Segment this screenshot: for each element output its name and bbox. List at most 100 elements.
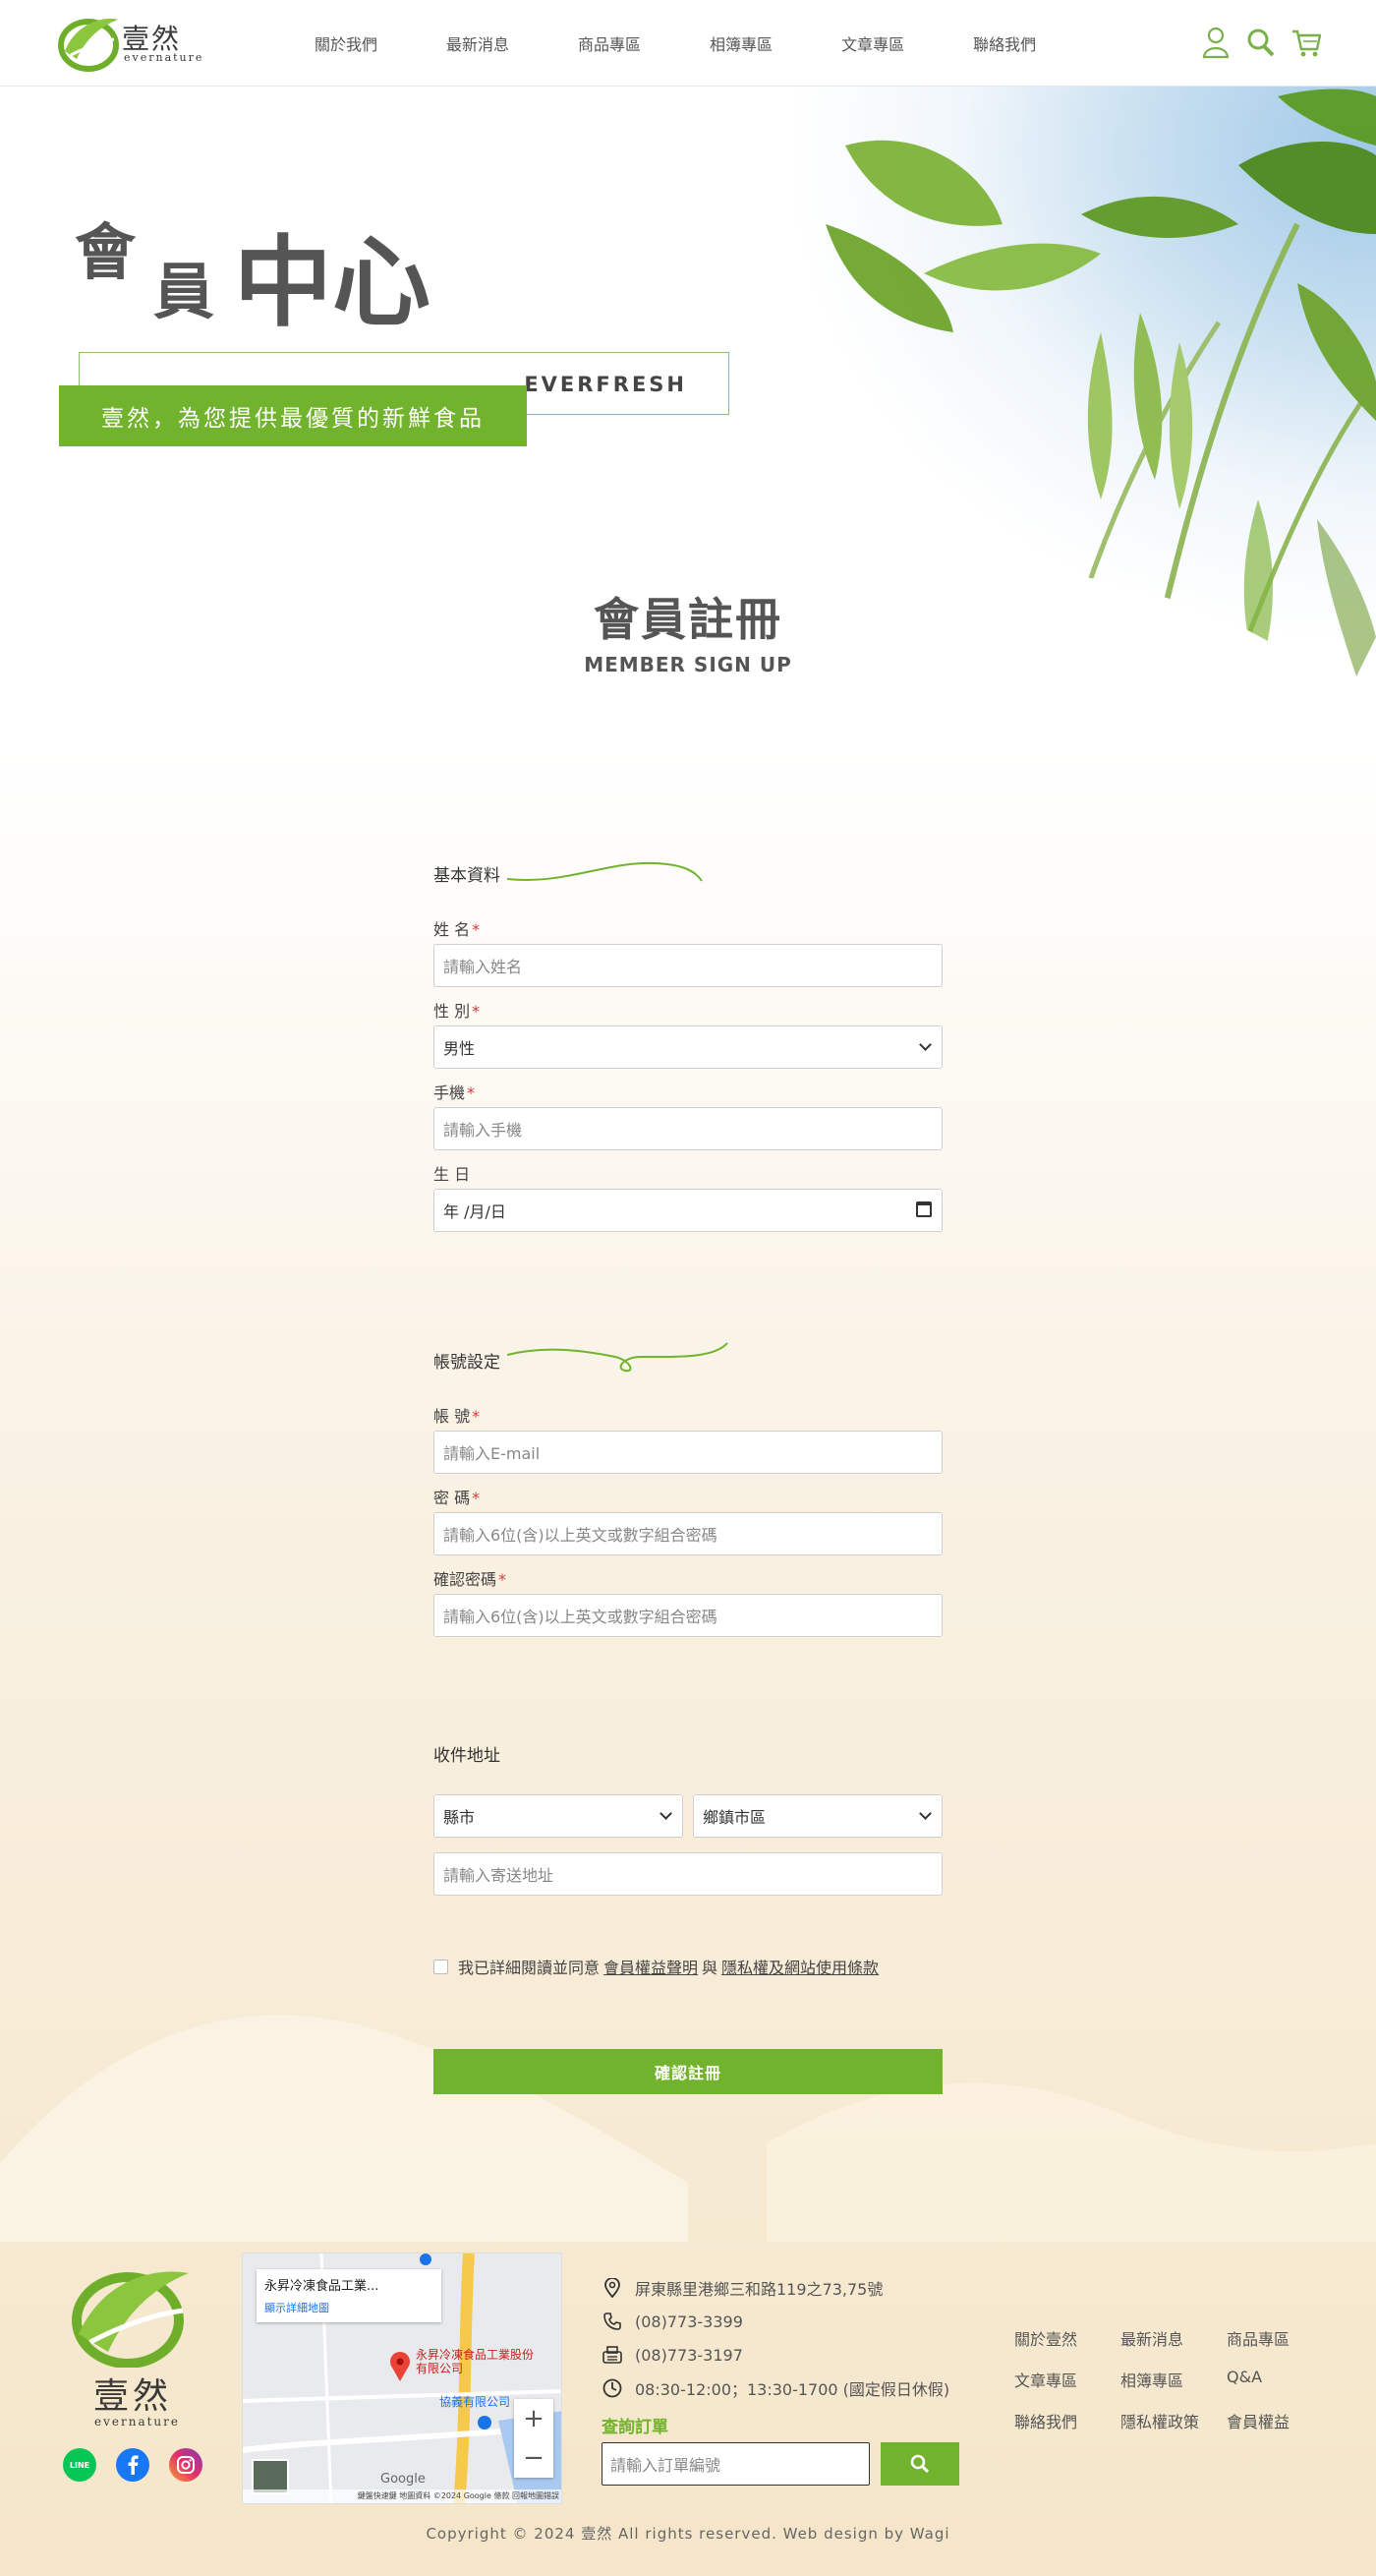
contact-phone: (08)773-3399 — [602, 2305, 949, 2338]
footer-brand-cn: 壹然 — [93, 2376, 173, 2417]
site-header: 壹然 evernature 關於我們 最新消息 商品專區 相簿專區 文章專區 聯… — [0, 0, 1376, 87]
agree-checkbox[interactable] — [433, 1959, 448, 1974]
map-attribution: 鍵盤快速鍵 地圖資料 ©2024 Google 條款 回報地圖錯誤 — [243, 2489, 561, 2503]
footer-logo[interactable]: 壹然 evernature — [69, 2261, 192, 2433]
hero-title-main: 中心 — [234, 225, 430, 340]
phone-label: 手機 * — [433, 1083, 476, 1102]
social-links: LINE — [63, 2448, 202, 2482]
account-label: 帳 號 * — [433, 1407, 481, 1426]
name-label: 姓 名 * — [433, 920, 481, 939]
footer-link-album[interactable]: 相簿專區 — [1120, 2368, 1227, 2391]
password-input[interactable]: 請輸入6位(含)以上英文或數字組合密碼 — [433, 1512, 943, 1555]
chevron-down-icon — [919, 1038, 932, 1051]
leaf-logo-icon — [72, 2271, 189, 2369]
hero-banner: 會 員 中心 EVERFRESH 壹然，為您提供最優質的新鮮食品 會員註冊 ME… — [0, 87, 1376, 735]
fax-icon — [602, 2344, 623, 2366]
footer-link-contact[interactable]: 聯絡我們 — [1014, 2409, 1120, 2432]
page-title: 會員註冊 MEMBER SIGN UP — [0, 584, 1376, 676]
footer-brand-en: evernature — [94, 2415, 180, 2429]
brand-logo[interactable]: 壹然 evernature — [57, 12, 201, 75]
contact-fax: (08)773-3197 — [602, 2338, 949, 2371]
address-text: 屏東縣里港鄉三和路119之73,75號 — [635, 2280, 884, 2299]
nav-contact[interactable]: 聯絡我們 — [973, 31, 1036, 55]
nav-album[interactable]: 相簿專區 — [710, 31, 773, 55]
nav-articles[interactable]: 文章專區 — [841, 31, 904, 55]
agree-text: 我已詳細閱讀並同意 — [458, 1959, 601, 1977]
section-basic-label: 基本資料 — [433, 866, 500, 886]
contact-hours: 08:30-12:00；13:30-1700 (國定假日休假) — [602, 2371, 949, 2405]
section-account-label: 帳號設定 — [433, 1353, 500, 1373]
user-icon[interactable] — [1201, 26, 1231, 59]
footer-link-products[interactable]: 商品專區 — [1227, 2326, 1305, 2350]
section-basic-title: 基本資料 — [433, 861, 500, 886]
page-title-en: MEMBER SIGN UP — [584, 653, 792, 676]
address-input[interactable]: 請輸入寄送地址 — [433, 1852, 943, 1896]
map-pin-label: 永昇冷凍食品工業股份有限公司 — [416, 2348, 535, 2375]
brand-name-en: evernature — [124, 51, 204, 64]
contact-address: 屏東縣里港鄉三和路119之73,75號 — [602, 2271, 949, 2305]
birthday-label: 生 日 — [433, 1165, 471, 1184]
map-place-title: 永昇冷凍食品工業... — [264, 2279, 379, 2294]
calendar-icon[interactable] — [916, 1201, 932, 1217]
facebook-icon[interactable] — [116, 2448, 149, 2482]
chevron-down-icon — [919, 1807, 932, 1820]
agree-row: 我已詳細閱讀並同意 會員權益聲明 與 隱私權及網站使用條款 — [433, 1955, 883, 1978]
squiggle-decoration — [507, 861, 703, 882]
location-pin-icon — [602, 2277, 623, 2299]
section-account-title: 帳號設定 — [433, 1348, 500, 1373]
footer-link-about[interactable]: 關於壹然 — [1014, 2326, 1120, 2350]
gender-value: 男性 — [443, 1039, 476, 1058]
order-search-button[interactable] — [881, 2442, 959, 2486]
clock-icon — [602, 2377, 623, 2399]
footer-link-privacy[interactable]: 隱私權政策 — [1120, 2409, 1227, 2432]
phone-icon — [602, 2311, 623, 2332]
password-label: 密 碼 * — [433, 1489, 481, 1507]
chevron-down-icon — [659, 1807, 672, 1820]
tagline-cn: 壹然，為您提供最優質的新鮮食品 — [59, 385, 527, 446]
email-input[interactable]: 請輸入E-mail — [433, 1431, 943, 1474]
google-map[interactable]: 永昇冷凍食品工業... 顯示詳細地圖 永昇冷凍食品工業股份有限公司 協義有限公司… — [242, 2253, 562, 2504]
footer-link-articles[interactable]: 文章專區 — [1014, 2368, 1120, 2391]
search-icon — [910, 2454, 930, 2474]
map-detail-link[interactable]: 顯示詳細地圖 — [264, 2300, 433, 2315]
order-lookup-title: 查詢訂單 — [602, 2418, 668, 2437]
map-nearby-label: 協義有限公司 — [439, 2395, 511, 2409]
footer-link-qa[interactable]: Q&A — [1227, 2368, 1305, 2391]
gender-label: 性 別 * — [433, 1002, 481, 1021]
privacy-terms-link[interactable]: 隱私權及網站使用條款 — [721, 1955, 879, 1978]
nav-about[interactable]: 關於我們 — [315, 31, 377, 55]
hours-text: 08:30-12:00；13:30-1700 (國定假日休假) — [635, 2380, 950, 2399]
confirm-password-input[interactable]: 請輸入6位(含)以上英文或數字組合密碼 — [433, 1594, 943, 1637]
map-zoom-controls: + − — [514, 2399, 553, 2478]
district-select[interactable]: 鄉鎮市區 — [693, 1794, 943, 1838]
search-icon[interactable] — [1246, 26, 1276, 59]
county-value: 縣市 — [443, 1808, 476, 1827]
map-place-card: 永昇冷凍食品工業... 顯示詳細地圖 — [257, 2269, 441, 2322]
member-rights-link[interactable]: 會員權益聲明 — [603, 1955, 698, 1978]
birthday-input[interactable]: 年 /月/日 — [433, 1189, 943, 1232]
line-icon[interactable]: LINE — [63, 2448, 96, 2482]
hero-title-char2: 員 — [153, 256, 215, 327]
copyright: Copyright © 2024 壹然 All rights reserved.… — [426, 2525, 950, 2543]
gender-select[interactable]: 男性 — [433, 1025, 943, 1069]
fax-text: (08)773-3197 — [635, 2345, 743, 2365]
nav-news[interactable]: 最新消息 — [446, 31, 509, 55]
nav-products[interactable]: 商品專區 — [578, 31, 641, 55]
birthday-value: 年 /月/日 — [443, 1202, 506, 1221]
hero-title-char1: 會 — [75, 216, 137, 288]
map-google-logo: Google — [380, 2472, 426, 2487]
order-number-input[interactable]: 請輸入訂單編號 — [602, 2442, 870, 2486]
name-input[interactable]: 請輸入姓名 — [433, 944, 943, 987]
instagram-icon[interactable] — [169, 2448, 202, 2482]
footer-link-member-rights[interactable]: 會員權益 — [1227, 2409, 1305, 2432]
phone-text: (08)773-3399 — [635, 2312, 743, 2331]
county-select[interactable]: 縣市 — [433, 1794, 683, 1838]
main-nav: 關於我們 最新消息 商品專區 相簿專區 文章專區 聯絡我們 — [315, 0, 1105, 87]
phone-input[interactable]: 請輸入手機 — [433, 1107, 943, 1150]
footer-link-news[interactable]: 最新消息 — [1120, 2326, 1227, 2350]
submit-register-button[interactable]: 確認註冊 — [433, 2049, 943, 2094]
cart-icon[interactable] — [1291, 26, 1322, 59]
zoom-in-icon[interactable]: + — [514, 2399, 553, 2438]
zoom-out-icon[interactable]: − — [514, 2438, 553, 2478]
tagline-en: EVERFRESH — [524, 373, 687, 396]
